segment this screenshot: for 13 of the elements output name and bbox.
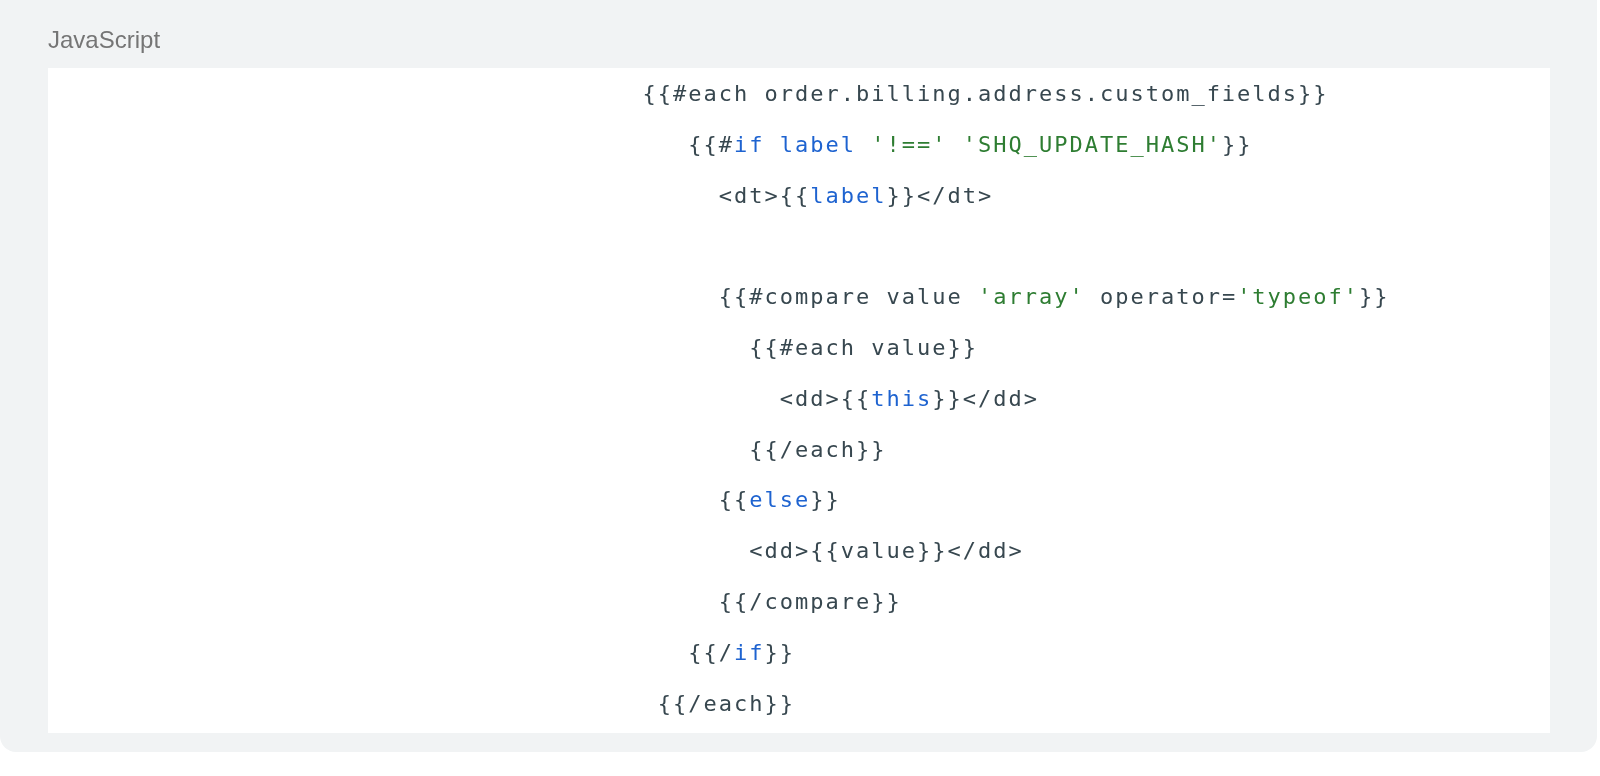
code-line: {{#each value}} (748, 334, 978, 362)
code-line: {{#if label '!==' 'SHQ_UPDATE_HASH'}} (687, 130, 1253, 159)
code-line: {{#compare value 'array' operator='typeof'}} (717, 283, 1390, 312)
code-line: <dd>{{value}}</dd> (748, 537, 1024, 566)
code-line: <dt>{{label}}</dt> (717, 181, 994, 210)
code-line: <dd>{{this}}</dd> (778, 384, 1039, 413)
code-line: {{/if}} (687, 638, 796, 667)
code-line: {{/each}} (656, 689, 795, 718)
code-line: {{/compare}} (717, 587, 902, 616)
code-line: {{/each}} (748, 435, 887, 464)
code-line: {{else}} (717, 486, 841, 515)
language-label: JavaScript (48, 25, 162, 55)
code-line: {{#each order.billing.address.custom_fields}} (641, 80, 1329, 108)
